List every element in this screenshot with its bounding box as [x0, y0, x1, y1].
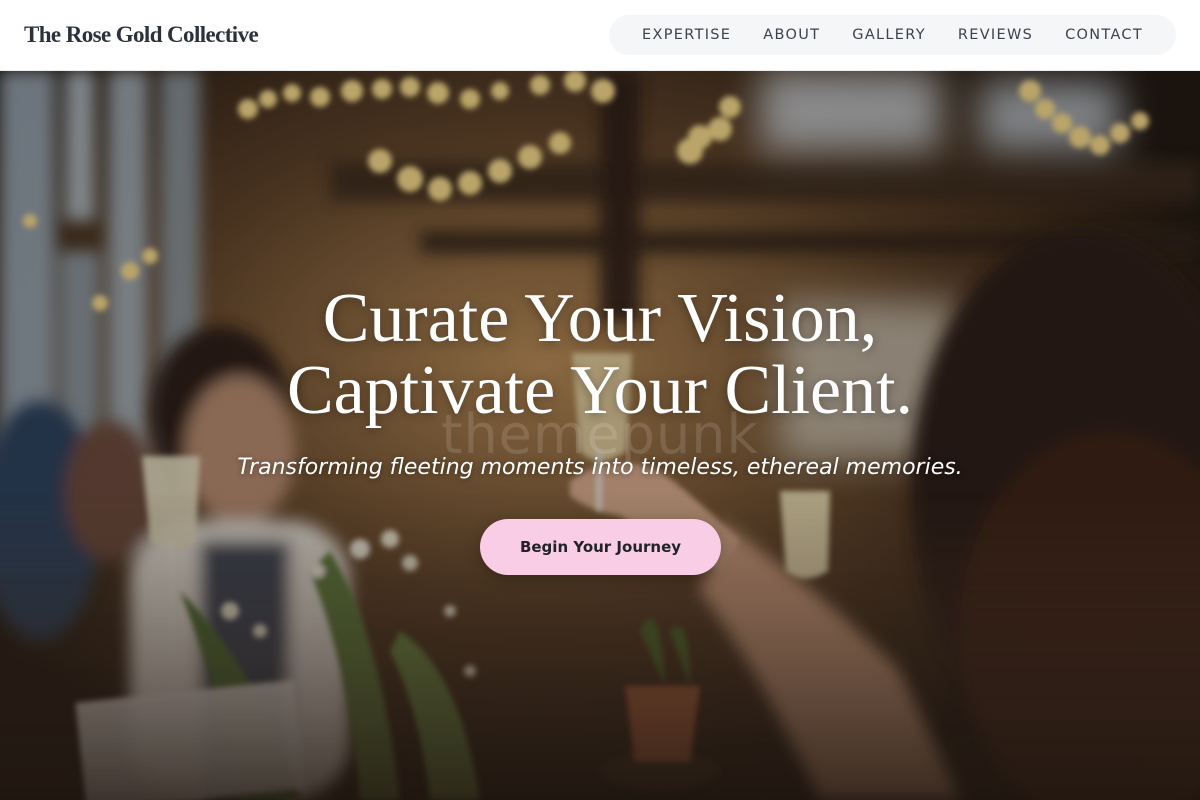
brand-logo[interactable]: The Rose Gold Collective	[24, 22, 259, 48]
hero-subtitle: Transforming fleeting moments into timel…	[237, 455, 963, 480]
hero-title: Curate Your Vision, Captivate Your Clien…	[0, 283, 1200, 427]
site-header: The Rose Gold Collective EXPERTISE ABOUT…	[0, 0, 1200, 71]
hero-title-line-2: Captivate Your Client.	[286, 352, 914, 429]
hero-section: themepunk Curate Your Vision, Captivate …	[0, 71, 1200, 800]
hero-title-line-1: Curate Your Vision,	[322, 280, 878, 357]
hero-content: themepunk Curate Your Vision, Captivate …	[0, 71, 1200, 800]
nav-link-about[interactable]: ABOUT	[747, 27, 836, 43]
landing-page: The Rose Gold Collective EXPERTISE ABOUT…	[0, 0, 1200, 800]
begin-journey-button[interactable]: Begin Your Journey	[480, 519, 721, 575]
nav-link-contact[interactable]: CONTACT	[1049, 27, 1159, 43]
nav-link-gallery[interactable]: GALLERY	[836, 27, 942, 43]
main-nav: EXPERTISE ABOUT GALLERY REVIEWS CONTACT	[609, 15, 1176, 55]
nav-link-expertise[interactable]: EXPERTISE	[626, 27, 747, 43]
nav-link-reviews[interactable]: REVIEWS	[942, 27, 1049, 43]
